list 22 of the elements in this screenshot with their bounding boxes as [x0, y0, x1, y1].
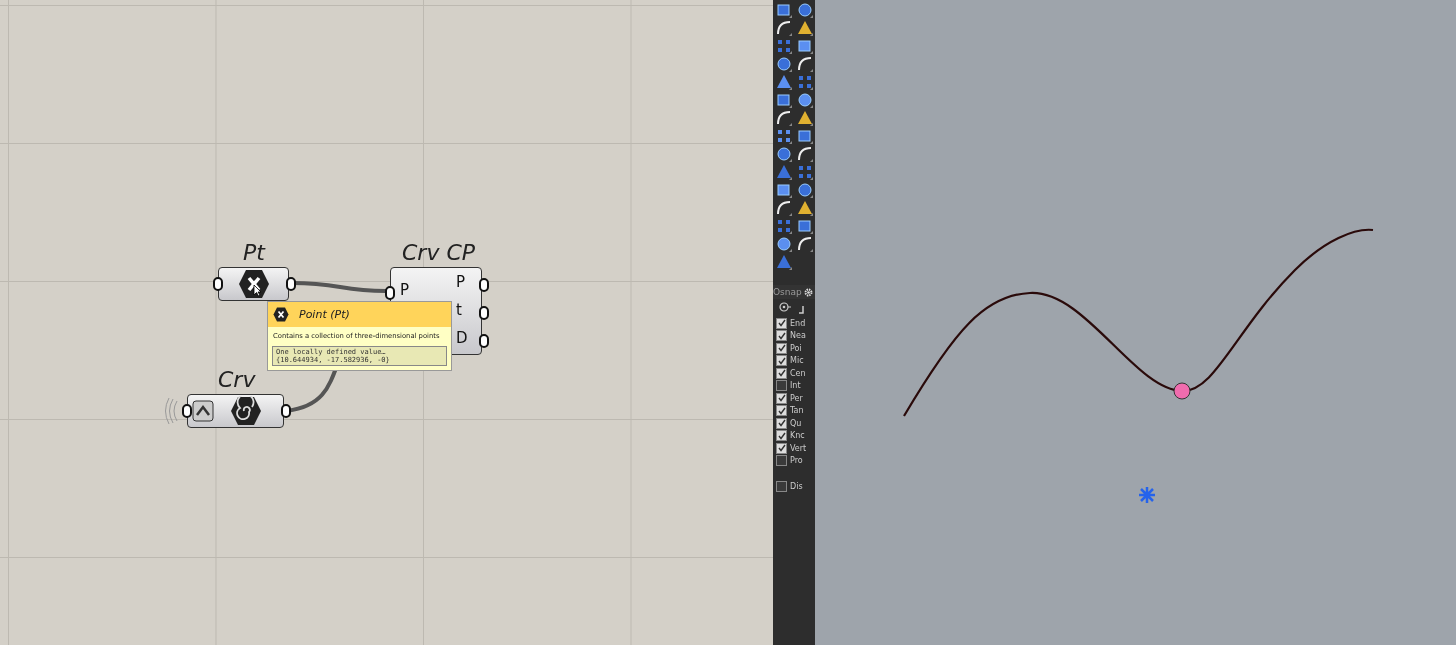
snap-label: Knc [790, 431, 805, 441]
tooltip-title: Point (Pt) [299, 308, 350, 321]
snap-label: Mic [790, 356, 804, 366]
snap-label: Per [790, 393, 803, 403]
output-label: P [456, 273, 466, 291]
snap-label: Poi [790, 343, 802, 353]
snap-label: Vert [790, 443, 807, 453]
panel-title: Osnap [773, 287, 802, 297]
snap-label: Nea [790, 331, 806, 341]
snap-label: Int [790, 381, 801, 391]
node-title: Crv [218, 367, 256, 392]
node-title: Pt [243, 240, 265, 265]
node-title: Crv CP [402, 240, 476, 265]
output-label: t [456, 301, 462, 319]
snap-label: Qu [790, 418, 802, 428]
snap-label: Pro [790, 456, 803, 466]
input-label: P [400, 281, 410, 299]
snap-label: End [790, 318, 806, 328]
output-label: D [456, 329, 468, 347]
snap-label: Dis [790, 481, 803, 491]
snap-label: Cen [790, 368, 806, 378]
snap-label: Tan [790, 406, 804, 416]
